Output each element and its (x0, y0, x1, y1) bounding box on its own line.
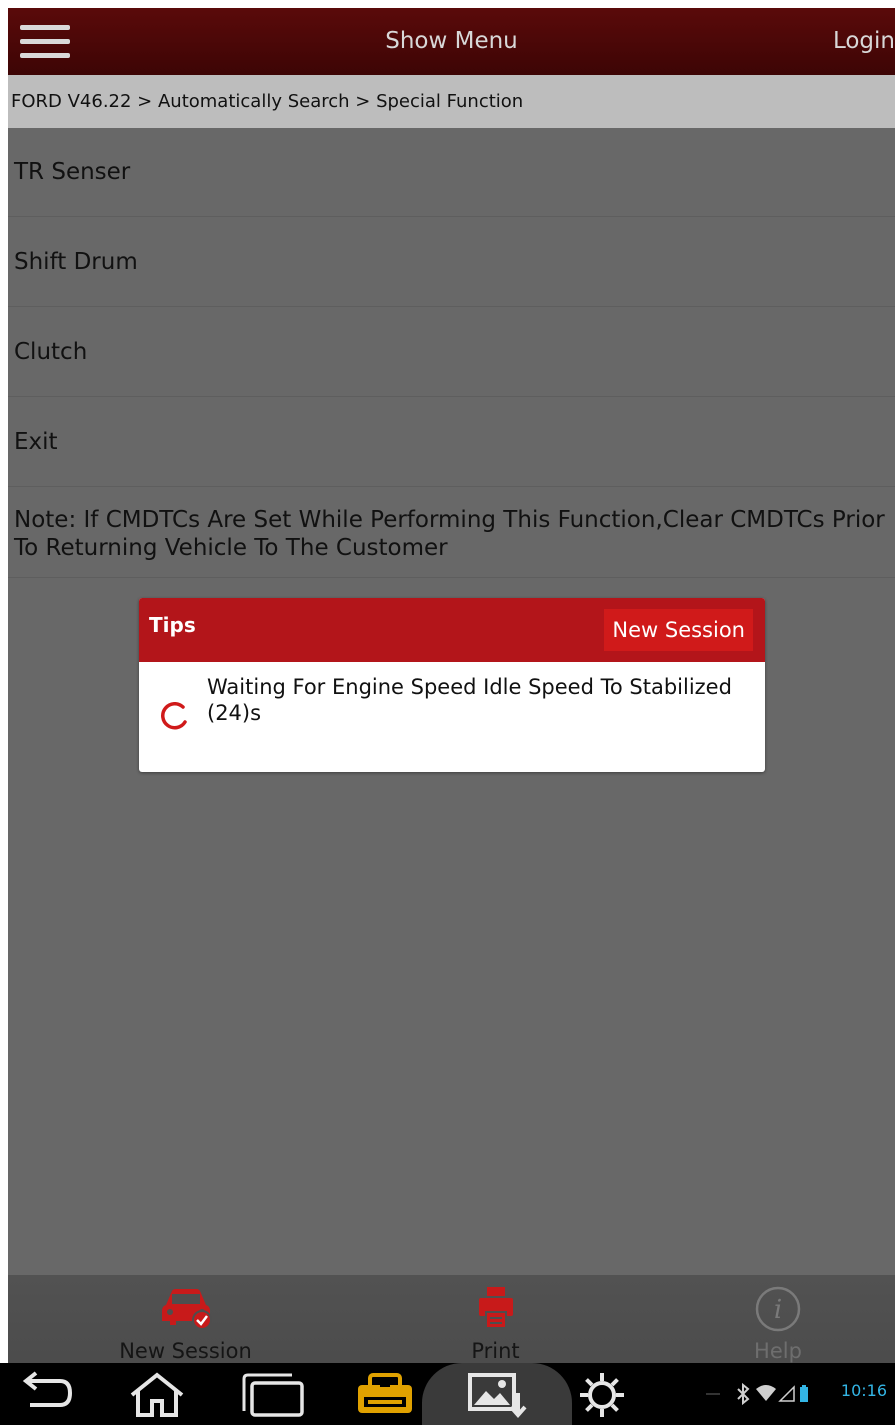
svg-text:i: i (774, 1295, 782, 1325)
show-menu-button[interactable]: Show Menu (8, 8, 895, 75)
dialog-message: Waiting For Engine Speed Idle Speed To S… (207, 674, 747, 726)
info-icon: i (755, 1286, 801, 1332)
dialog-new-session-button[interactable]: New Session (604, 609, 753, 651)
tips-dialog: Tips New Session Waiting For Engine Spee… (139, 598, 765, 772)
menu-item-exit[interactable]: Exit (8, 398, 895, 487)
dialog-countdown: (24)s (207, 701, 262, 725)
loading-spinner-icon (161, 702, 187, 730)
car-check-icon (161, 1289, 212, 1330)
dialog-title: Tips (149, 613, 196, 637)
app-window: Show Menu Login FORD V46.22 > Automatica… (8, 8, 895, 1388)
login-button[interactable]: Login (833, 8, 895, 75)
printer-icon (478, 1287, 513, 1329)
settings-icon[interactable] (578, 1371, 626, 1419)
maximus-app-icon[interactable] (354, 1371, 416, 1417)
system-nav-bar: 10:16 (0, 1363, 895, 1425)
signal-icon (778, 1385, 795, 1402)
dialog-body: Waiting For Engine Speed Idle Speed To S… (139, 662, 765, 772)
screenshot-icon[interactable] (466, 1371, 528, 1419)
breadcrumb: FORD V46.22 > Automatically Search > Spe… (8, 75, 895, 128)
bluetooth-icon (737, 1382, 750, 1406)
dialog-message-text: Waiting For Engine Speed Idle Speed To S… (207, 675, 732, 699)
menu-item-clutch[interactable]: Clutch (8, 308, 895, 397)
help-label: Help (754, 1339, 802, 1363)
home-icon[interactable] (128, 1371, 186, 1417)
screen: Show Menu Login FORD V46.22 > Automatica… (0, 0, 895, 1425)
new-session-label: New Session (119, 1339, 252, 1363)
print-label: Print (471, 1339, 520, 1363)
divider (706, 1393, 720, 1395)
recent-apps-icon[interactable] (240, 1371, 306, 1417)
dialog-header: Tips New Session (139, 598, 765, 662)
battery-icon (800, 1385, 808, 1402)
status-time: 10:16 (840, 1381, 887, 1400)
status-icons (737, 1382, 808, 1406)
top-bar: Show Menu Login (8, 8, 895, 75)
menu-item-shift-drum[interactable]: Shift Drum (8, 218, 895, 307)
menu-item-tr-senser[interactable]: TR Senser (8, 128, 895, 217)
wifi-icon (756, 1385, 776, 1401)
back-icon[interactable] (22, 1371, 74, 1415)
note-text: Note: If CMDTCs Are Set While Performing… (8, 488, 895, 578)
